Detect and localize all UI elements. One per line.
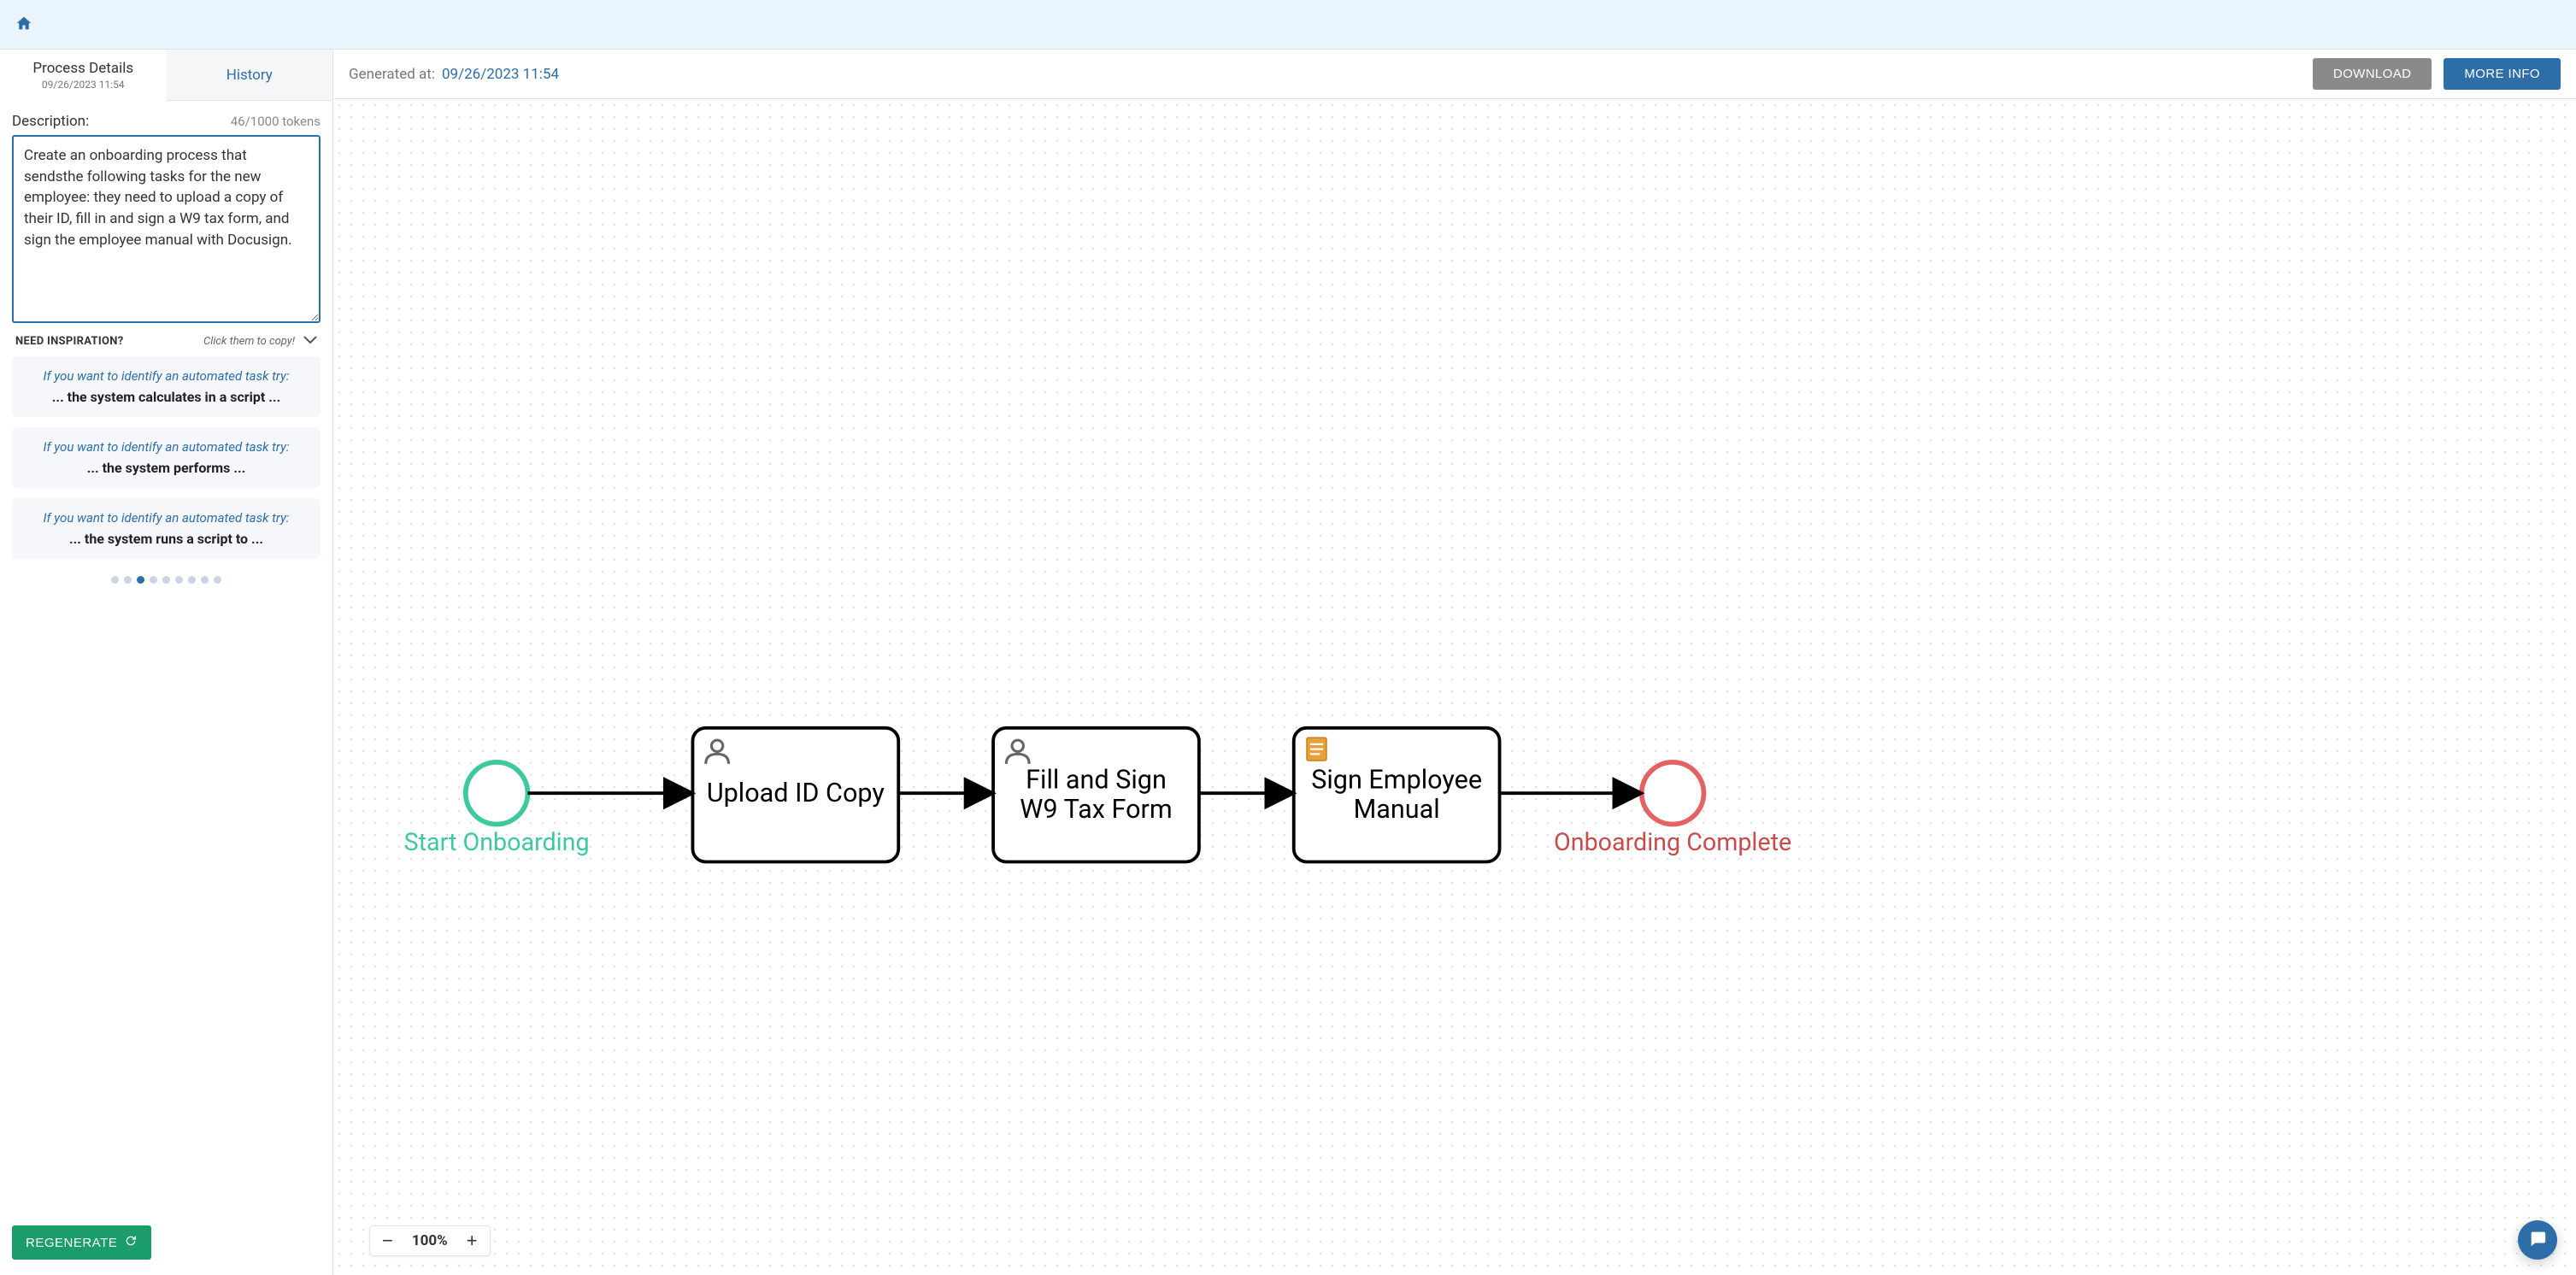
start-event[interactable] — [466, 762, 528, 825]
home-icon[interactable] — [15, 15, 32, 34]
task-label-line2: W9 Tax Form — [1020, 795, 1172, 825]
tab-history[interactable]: History — [167, 50, 333, 101]
regenerate-button[interactable]: REGENERATE — [12, 1225, 151, 1260]
inspiration-card-text: ... the system runs a script to ... — [26, 531, 307, 547]
left-panel-body: Description: 46/1000 tokens NEED INSPIRA… — [0, 101, 332, 1215]
inspiration-card-lead: If you want to identify an automated tas… — [26, 510, 307, 526]
chat-icon — [2528, 1229, 2547, 1251]
end-event-label: Onboarding Complete — [1554, 827, 1791, 856]
task-label-line1: Fill and Sign — [1026, 765, 1167, 795]
carousel-dot[interactable] — [214, 576, 221, 584]
description-header: Description: 46/1000 tokens — [12, 113, 321, 130]
main-area: Process Details 09/26/2023 11:54 History… — [0, 50, 2576, 1275]
zoom-out-button[interactable]: − — [382, 1231, 393, 1250]
inspiration-list: If you want to identify an automated tas… — [12, 356, 321, 584]
end-event[interactable] — [1642, 762, 1704, 825]
right-header: Generated at: 09/26/2023 11:54 DOWNLOAD … — [333, 50, 2576, 99]
description-input[interactable] — [12, 135, 321, 323]
inspiration-card[interactable]: If you want to identify an automated tas… — [12, 427, 321, 488]
start-event-label: Start Onboarding — [404, 827, 590, 856]
inspiration-toggle[interactable]: NEED INSPIRATION? Click them to copy! — [12, 335, 321, 348]
inspiration-card-lead: If you want to identify an automated tas… — [26, 368, 307, 384]
diagram-canvas[interactable]: Start Onboarding Upload ID Copy — [333, 99, 2576, 1275]
tab-details-title: Process Details — [32, 60, 133, 77]
inspiration-card[interactable]: If you want to identify an automated tas… — [12, 498, 321, 559]
inspiration-carousel-dots — [12, 576, 321, 584]
inspiration-card-text: ... the system performs ... — [26, 460, 307, 476]
description-label: Description: — [12, 113, 89, 130]
download-button[interactable]: DOWNLOAD — [2313, 58, 2432, 90]
left-panel: Process Details 09/26/2023 11:54 History… — [0, 50, 333, 1275]
regenerate-label: REGENERATE — [26, 1236, 117, 1250]
tab-bar: Process Details 09/26/2023 11:54 History — [0, 50, 332, 101]
carousel-dot[interactable] — [201, 576, 209, 584]
carousel-dot[interactable] — [137, 576, 144, 584]
tab-details-timestamp: 09/26/2023 11:54 — [42, 79, 125, 91]
zoom-level: 100% — [412, 1232, 448, 1249]
chevron-down-icon — [303, 335, 317, 348]
inspiration-card[interactable]: If you want to identify an automated tas… — [12, 356, 321, 417]
carousel-dot[interactable] — [162, 576, 170, 584]
inspiration-title: NEED INSPIRATION? — [15, 335, 123, 348]
bpmn-diagram: Start Onboarding Upload ID Copy — [333, 99, 2576, 1275]
task-label-line2: Manual — [1354, 795, 1440, 825]
token-count: 46/1000 tokens — [231, 114, 321, 129]
tab-history-title: History — [226, 67, 273, 84]
refresh-icon — [124, 1234, 138, 1251]
task-sign-manual[interactable]: Sign Employee Manual — [1294, 728, 1500, 862]
carousel-dot[interactable] — [150, 576, 157, 584]
regenerate-row: REGENERATE — [0, 1215, 332, 1275]
zoom-in-button[interactable]: + — [467, 1231, 478, 1250]
tab-process-details[interactable]: Process Details 09/26/2023 11:54 — [0, 50, 167, 101]
task-fill-sign-w9[interactable]: Fill and Sign W9 Tax Form — [993, 728, 1199, 862]
inspiration-subtitle: Click them to copy! — [203, 335, 295, 348]
chat-launcher[interactable] — [2518, 1220, 2557, 1260]
task-label: Upload ID Copy — [707, 779, 885, 808]
carousel-dot[interactable] — [111, 576, 119, 584]
carousel-dot[interactable] — [188, 576, 196, 584]
generated-at-label: Generated at: — [349, 66, 435, 83]
task-label-line1: Sign Employee — [1311, 765, 1482, 795]
zoom-control: − 100% + — [369, 1225, 491, 1256]
task-upload-id[interactable]: Upload ID Copy — [692, 728, 898, 862]
more-info-button[interactable]: MORE INFO — [2444, 58, 2561, 90]
top-bar — [0, 0, 2576, 50]
inspiration-card-text: ... the system calculates in a script ..… — [26, 389, 307, 405]
inspiration-card-lead: If you want to identify an automated tas… — [26, 439, 307, 455]
carousel-dot[interactable] — [124, 576, 132, 584]
generated-at-value: 09/26/2023 11:54 — [442, 66, 559, 83]
right-panel: Generated at: 09/26/2023 11:54 DOWNLOAD … — [333, 50, 2576, 1275]
carousel-dot[interactable] — [175, 576, 183, 584]
